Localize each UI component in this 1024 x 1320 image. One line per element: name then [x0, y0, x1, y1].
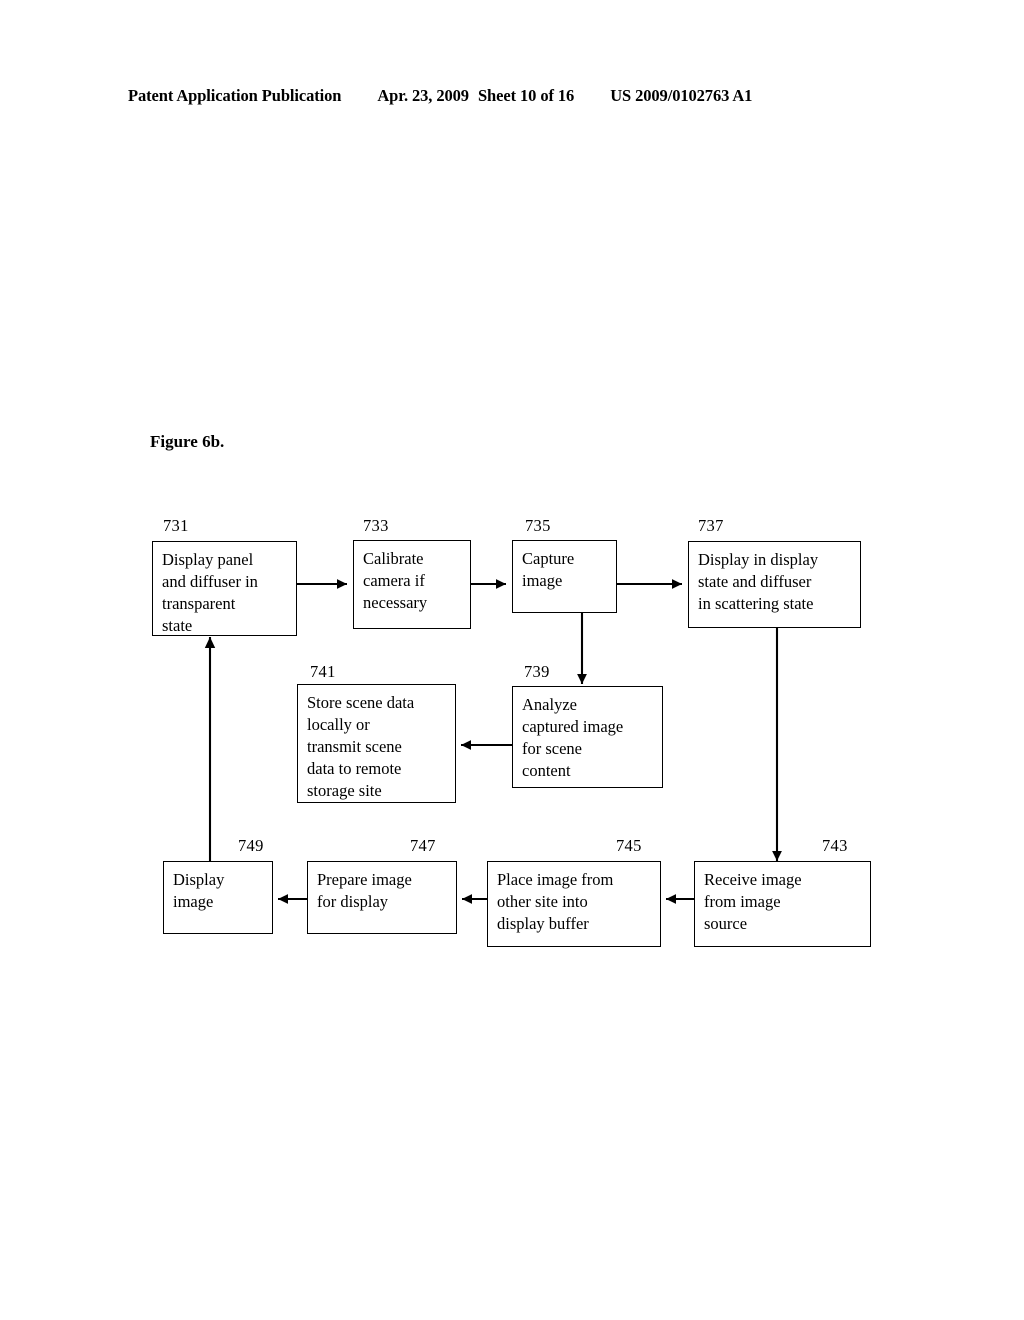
ref-numeral-735: 735 [525, 516, 551, 535]
process-box-739: Analyze captured image for scene content [512, 686, 663, 788]
process-box-733: Calibrate camera if necessary [353, 540, 471, 629]
process-box-737: Display in display state and diffuser in… [688, 541, 861, 628]
ref-numeral-731: 731 [163, 516, 189, 535]
ref-numeral-741: 741 [310, 662, 336, 681]
process-box-747-label: Prepare image for display [317, 870, 412, 912]
ref-numeral-733: 733 [363, 516, 389, 535]
ref-numeral-737: 737 [698, 516, 724, 535]
process-box-739-label: Analyze captured image for scene content [522, 695, 624, 781]
ref-numeral-747: 747 [410, 836, 436, 855]
ref-numeral-749: 749 [238, 836, 264, 855]
process-box-745-label: Place image from other site into display… [497, 870, 614, 934]
flowchart-connectors [204, 579, 782, 904]
process-box-735: Capture image [512, 540, 617, 613]
process-box-749: Display image [163, 861, 273, 934]
flowchart-figure-6b: 731 733 735 737 741 739 749 747 745 743 … [0, 0, 1024, 1320]
process-box-743: Receive image from image source [694, 861, 871, 947]
process-box-745: Place image from other site into display… [487, 861, 661, 947]
process-box-743-label: Receive image from image source [704, 870, 802, 934]
ref-numeral-743: 743 [822, 836, 848, 855]
process-box-741: Store scene data locally or transmit sce… [297, 684, 456, 803]
process-box-737-label: Display in display state and diffuser in… [698, 550, 819, 614]
process-box-747: Prepare image for display [307, 861, 457, 934]
ref-numeral-739: 739 [524, 662, 550, 681]
process-box-733-label: Calibrate camera if necessary [363, 549, 428, 613]
patent-figure-page: Patent Application Publication Apr. 23, … [0, 0, 1024, 1320]
process-box-731-label: Display panel and diffuser in transparen… [162, 550, 258, 636]
ref-numeral-745: 745 [616, 836, 642, 855]
process-box-731: Display panel and diffuser in transparen… [152, 541, 297, 636]
process-box-749-label: Display image [173, 870, 225, 912]
process-box-735-label: Capture image [522, 549, 575, 591]
process-box-741-label: Store scene data locally or transmit sce… [307, 693, 415, 801]
